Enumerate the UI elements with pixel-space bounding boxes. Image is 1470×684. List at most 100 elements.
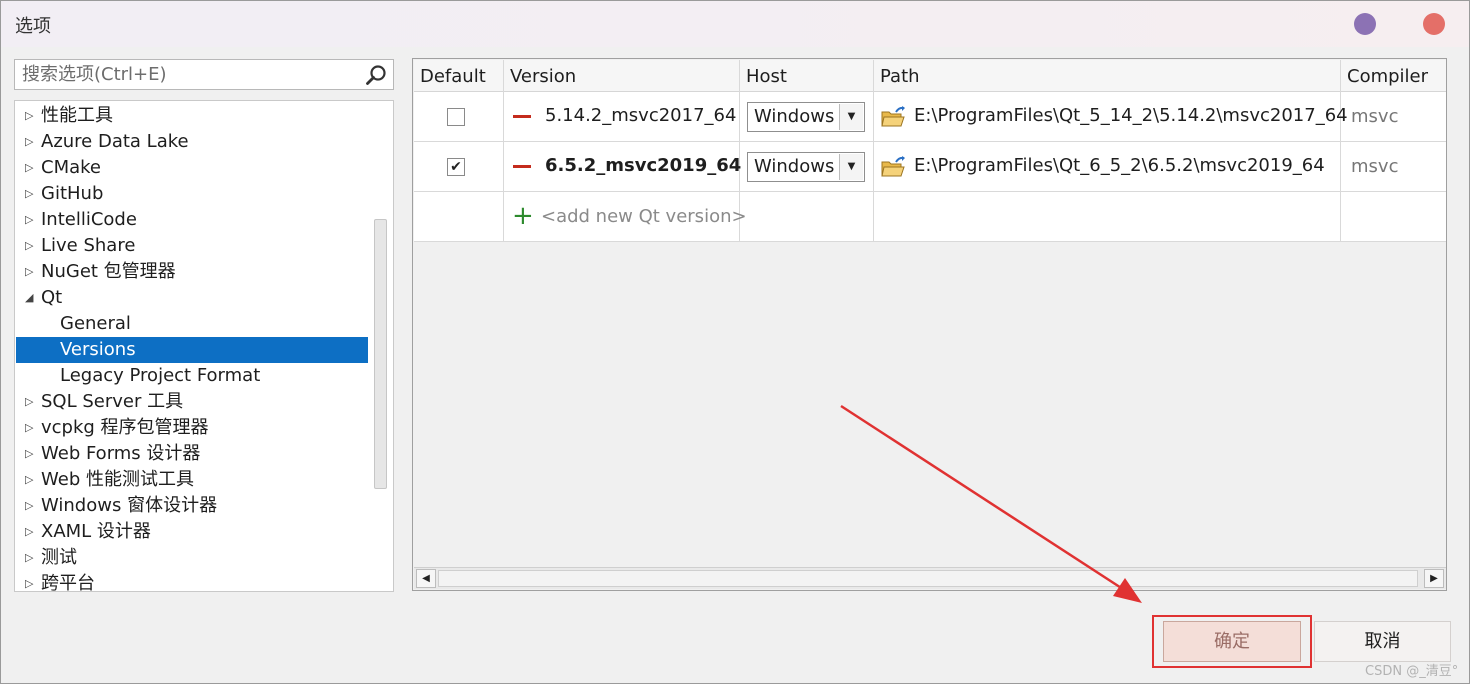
tree-item[interactable]: ▷ Windows 窗体设计器 xyxy=(16,493,368,519)
tree-item-label: vcpkg 程序包管理器 xyxy=(41,417,209,438)
default-cell xyxy=(414,192,504,242)
tree-item-label: 跨平台 xyxy=(41,573,95,592)
version-cell: 5.14.2_msvc2017_64 xyxy=(504,92,740,142)
tree-item-label: CMake xyxy=(41,157,101,178)
collapsed-arrow-icon[interactable]: ▷ xyxy=(25,441,33,467)
path-value[interactable]: E:\ProgramFiles\Qt_5_14_2\5.14.2\msvc201… xyxy=(914,105,1348,126)
table-row[interactable]: 5.14.2_msvc2017_64 Windows ▼ E:\ProgramF… xyxy=(414,92,1446,142)
minimize-button[interactable] xyxy=(1354,13,1376,35)
plus-icon[interactable]: + xyxy=(512,203,534,229)
collapsed-arrow-icon[interactable]: ▷ xyxy=(25,259,33,285)
default-checkbox[interactable] xyxy=(447,108,465,126)
tree-item[interactable]: ▷ NuGet 包管理器 xyxy=(16,259,368,285)
compiler-cell: msvc xyxy=(1341,142,1446,192)
tree-item-label: SQL Server 工具 xyxy=(41,391,184,412)
open-folder-icon[interactable] xyxy=(881,106,905,128)
tree-scrollbar[interactable] xyxy=(374,219,387,489)
tree-item-label: Azure Data Lake xyxy=(41,131,189,152)
host-value: Windows xyxy=(754,156,835,177)
search-icon[interactable] xyxy=(365,64,387,86)
collapsed-arrow-icon[interactable]: ▷ xyxy=(25,181,33,207)
close-button[interactable] xyxy=(1423,13,1445,35)
tree-item[interactable]: Legacy Project Format xyxy=(16,363,368,389)
collapsed-arrow-icon[interactable]: ▷ xyxy=(25,415,33,441)
remove-icon[interactable] xyxy=(513,115,531,118)
tree-item-label: 性能工具 xyxy=(41,105,113,126)
path-cell xyxy=(874,192,1341,242)
tree-item-label: IntelliCode xyxy=(41,209,137,230)
collapsed-arrow-icon[interactable]: ▷ xyxy=(25,155,33,181)
collapsed-arrow-icon[interactable]: ▷ xyxy=(25,571,33,591)
options-tree: ▷ 性能工具 ▷ Azure Data Lake ▷ CMake ▷ GitHub ▷ Intel… xyxy=(14,100,394,592)
dropdown-arrow-icon[interactable]: ▼ xyxy=(839,104,863,130)
collapsed-arrow-icon[interactable]: ▷ xyxy=(25,233,33,259)
compiler-cell: msvc xyxy=(1341,92,1446,142)
tree-item[interactable]: ▷ XAML 设计器 xyxy=(16,519,368,545)
header-version[interactable]: Version xyxy=(504,60,740,92)
grid-horizontal-scrollbar[interactable]: ◀ ▶ xyxy=(414,567,1446,589)
tree-items: ▷ 性能工具 ▷ Azure Data Lake ▷ CMake ▷ GitHub ▷ Intel… xyxy=(16,103,368,592)
tree-item[interactable]: ▷ 测试 xyxy=(16,545,368,571)
collapsed-arrow-icon[interactable]: ▷ xyxy=(25,103,33,129)
tree-item[interactable]: ▷ 性能工具 xyxy=(16,103,368,129)
tree-item[interactable]: ▷ Live Share xyxy=(16,233,368,259)
open-folder-icon[interactable] xyxy=(881,156,905,178)
header-host[interactable]: Host xyxy=(740,60,874,92)
path-cell: E:\ProgramFiles\Qt_5_14_2\5.14.2\msvc201… xyxy=(874,92,1348,142)
dropdown-arrow-icon[interactable]: ▼ xyxy=(839,154,863,180)
cancel-button[interactable]: 取消 xyxy=(1314,621,1451,662)
host-select[interactable]: Windows ▼ xyxy=(747,102,865,132)
search-input[interactable] xyxy=(15,60,355,89)
tree-item[interactable]: ▷ CMake xyxy=(16,155,368,181)
tree-item[interactable]: ▷ 跨平台 xyxy=(16,571,368,592)
path-value[interactable]: E:\ProgramFiles\Qt_6_5_2\6.5.2\msvc2019_… xyxy=(914,155,1325,176)
tree-item-label: 测试 xyxy=(41,547,77,568)
collapsed-arrow-icon[interactable]: ▷ xyxy=(25,493,33,519)
collapsed-arrow-icon[interactable]: ▷ xyxy=(25,389,33,415)
version-cell: + <add new Qt version> xyxy=(504,192,747,242)
search-box xyxy=(14,59,394,90)
tree-item[interactable]: Versions xyxy=(16,337,368,363)
tree-item[interactable]: General xyxy=(16,311,368,337)
header-default[interactable]: Default xyxy=(414,60,504,92)
scroll-right-icon[interactable]: ▶ xyxy=(1424,569,1444,588)
add-version-link[interactable]: <add new Qt version> xyxy=(541,206,747,227)
tree-item[interactable]: ▷ vcpkg 程序包管理器 xyxy=(16,415,368,441)
collapsed-arrow-icon[interactable]: ▷ xyxy=(25,467,33,493)
scrollbar-thumb[interactable] xyxy=(438,570,1418,587)
host-cell: Windows ▼ xyxy=(740,92,874,142)
tree-item[interactable]: ▷ Web Forms 设计器 xyxy=(16,441,368,467)
collapsed-arrow-icon[interactable]: ▷ xyxy=(25,545,33,571)
header-path[interactable]: Path xyxy=(874,60,1341,92)
default-checkbox[interactable]: ✔ xyxy=(447,158,465,176)
version-name[interactable]: 6.5.2_msvc2019_64 xyxy=(545,155,741,176)
collapsed-arrow-icon[interactable]: ▷ xyxy=(25,207,33,233)
annotation-highlight-box xyxy=(1152,615,1312,668)
tree-item-label: Live Share xyxy=(41,235,136,256)
grid-header: Default Version Host Path Compiler xyxy=(414,60,1446,92)
add-version-row[interactable]: + <add new Qt version> xyxy=(414,192,1446,242)
default-cell: ✔ xyxy=(414,142,504,192)
scroll-left-icon[interactable]: ◀ xyxy=(416,569,436,588)
compiler-value: msvc xyxy=(1351,106,1399,127)
remove-icon[interactable] xyxy=(513,165,531,168)
tree-item[interactable]: ▷ SQL Server 工具 xyxy=(16,389,368,415)
tree-item-label: General xyxy=(60,313,131,334)
tree-item[interactable]: ▷ GitHub xyxy=(16,181,368,207)
tree-item-label: Windows 窗体设计器 xyxy=(41,495,218,516)
expanded-arrow-icon[interactable]: ◢ xyxy=(25,285,33,311)
host-select[interactable]: Windows ▼ xyxy=(747,152,865,182)
collapsed-arrow-icon[interactable]: ▷ xyxy=(25,519,33,545)
options-dialog: 选项 ▷ 性能工具 ▷ Azure Data Lake ▷ CMake ▷ GitHub ▷ In… xyxy=(0,0,1470,684)
tree-item-label: Versions xyxy=(60,339,136,360)
table-row[interactable]: ✔ 6.5.2_msvc2019_64 Windows ▼ E:\Program… xyxy=(414,142,1446,192)
version-cell: 6.5.2_msvc2019_64 xyxy=(504,142,741,192)
tree-item[interactable]: ▷ IntelliCode xyxy=(16,207,368,233)
tree-item[interactable]: ◢ Qt xyxy=(16,285,368,311)
tree-item[interactable]: ▷ Azure Data Lake xyxy=(16,129,368,155)
version-name[interactable]: 5.14.2_msvc2017_64 xyxy=(545,105,736,126)
header-compiler[interactable]: Compiler xyxy=(1341,60,1446,92)
collapsed-arrow-icon[interactable]: ▷ xyxy=(25,129,33,155)
qt-versions-grid: Default Version Host Path Compiler 5.14.… xyxy=(412,58,1447,591)
tree-item[interactable]: ▷ Web 性能测试工具 xyxy=(16,467,368,493)
